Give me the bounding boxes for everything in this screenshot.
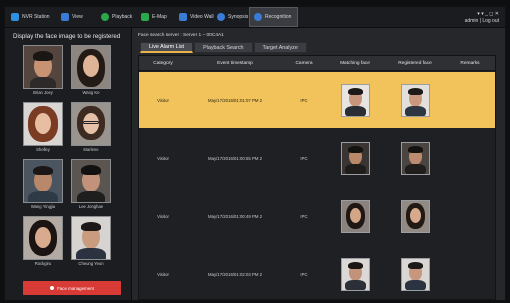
cell-remarks xyxy=(445,72,495,128)
recognition-icon xyxy=(254,13,262,21)
table-header: Category Event timestamp Camera Matching… xyxy=(139,56,495,71)
face-name: Cheung Yeun xyxy=(78,261,104,266)
synopsis-icon xyxy=(217,13,225,21)
tab-bar: Live Alarm List Playback Search Target A… xyxy=(140,42,308,53)
menu-playback-label: Playback xyxy=(112,14,133,20)
video-wall-icon xyxy=(179,13,187,21)
cell-timestamp: May/17/2016/01:00:55 PM 2 xyxy=(208,155,262,161)
menu-video-wall-label: Video Wall xyxy=(190,14,214,20)
emap-icon xyxy=(141,13,149,21)
face-name: Lee Jonghae xyxy=(78,204,104,209)
view-icon xyxy=(61,13,69,21)
app-logo: NVR Station xyxy=(11,7,50,27)
menu-recognition-label: Recognition xyxy=(265,14,292,20)
face-card[interactable]: Marlene xyxy=(71,102,111,152)
tab-playback-search[interactable]: Playback Search xyxy=(194,42,253,53)
face-photo xyxy=(23,45,63,89)
playback-icon xyxy=(101,13,109,21)
table-row[interactable]: Visitor May/17/2016/01:02:03 PM 2 IPC xyxy=(139,246,495,302)
face-management-button[interactable]: Face management xyxy=(23,281,121,295)
app-title: NVR Station xyxy=(22,14,50,20)
face-card[interactable]: Lee Jonghae xyxy=(71,159,111,209)
menu-synopsis[interactable]: Synopsis xyxy=(217,7,248,27)
menu-emap[interactable]: E-Map xyxy=(141,7,167,27)
registered-face-thumbnail[interactable] xyxy=(401,142,430,175)
col-event-timestamp[interactable]: Event timestamp xyxy=(187,56,283,70)
face-name: Wang Yingjia xyxy=(30,204,56,209)
tab-live-alarm-list[interactable]: Live Alarm List xyxy=(140,42,194,53)
menu-video-wall[interactable]: Video Wall xyxy=(179,7,214,27)
table-row[interactable]: Visitor May/17/2016/01:00:55 PM 2 IPC xyxy=(139,130,495,186)
face-photo xyxy=(23,159,63,203)
matching-face-thumbnail[interactable] xyxy=(341,142,370,175)
col-camera[interactable]: Camera xyxy=(283,56,325,70)
face-management-button-label: Face management xyxy=(57,285,94,291)
menu-playback[interactable]: Playback xyxy=(101,7,132,27)
face-name: Marlene xyxy=(83,147,99,152)
matching-face-thumbnail[interactable] xyxy=(341,200,370,233)
face-card[interactable]: Brian Joey xyxy=(23,45,63,95)
cell-remarks xyxy=(445,246,495,302)
cell-camera: IPC xyxy=(300,271,308,277)
col-category[interactable]: Category xyxy=(139,56,187,70)
face-card[interactable]: Wang Ke xyxy=(71,45,111,95)
user-icon xyxy=(50,286,55,290)
menu-synopsis-label: Synopsis xyxy=(228,14,249,20)
registered-face-thumbnail[interactable] xyxy=(401,84,430,117)
cell-camera: IPC xyxy=(300,213,308,219)
registered-face-thumbnail[interactable] xyxy=(401,258,430,291)
top-menu-bar: NVR Station View Playback E-Map Video Wa… xyxy=(5,7,505,28)
face-photo xyxy=(71,102,111,146)
alarm-panel: Face search server : Server 1 – 00C4A1 L… xyxy=(132,28,505,300)
face-card[interactable]: Rockgiru xyxy=(23,216,63,266)
cell-timestamp: May/17/2016/01:02:03 PM 2 xyxy=(208,271,262,277)
face-photo xyxy=(23,102,63,146)
logout-link[interactable]: Log out xyxy=(482,18,499,24)
cell-category: Visitor xyxy=(157,155,169,161)
face-name: Brian Joey xyxy=(33,90,53,95)
face-photo xyxy=(71,216,111,260)
cell-timestamp: May/17/2016/01:01:07 PM 2 xyxy=(208,97,262,103)
face-photo xyxy=(71,159,111,203)
face-register-panel: Display the face image to be registered … xyxy=(5,28,132,300)
col-matching-face[interactable]: Matching face xyxy=(325,56,385,70)
cell-category: Visitor xyxy=(157,271,169,277)
menu-recognition[interactable]: Recognition xyxy=(249,7,299,27)
matching-face-thumbnail[interactable] xyxy=(341,258,370,291)
face-photo xyxy=(71,45,111,89)
window-control-buttons[interactable]: ▾ ▾ _ ◻ ✕ xyxy=(465,11,499,18)
cell-remarks xyxy=(445,130,495,186)
col-registered-face[interactable]: Registered face xyxy=(385,56,445,70)
col-remarks[interactable]: Remarks xyxy=(445,56,495,70)
menu-emap-label: E-Map xyxy=(152,14,167,20)
alarm-table: Category Event timestamp Camera Matching… xyxy=(138,55,496,300)
panel-title: Display the face image to be registered xyxy=(13,33,121,40)
face-photo xyxy=(23,216,63,260)
user-name: admin xyxy=(464,18,479,24)
face-card[interactable]: Shelley xyxy=(23,102,63,152)
cell-camera: IPC xyxy=(300,97,308,103)
table-row[interactable]: Visitor May/17/2016/01:01:07 PM 2 IPC xyxy=(139,72,495,128)
face-name: Wang Ke xyxy=(82,90,100,95)
registered-face-thumbnail[interactable] xyxy=(401,200,430,233)
cell-category: Visitor xyxy=(157,97,169,103)
window-controls: ▾ ▾ _ ◻ ✕ admin | Log out xyxy=(464,11,499,24)
tab-target-analyze[interactable]: Target Analyze xyxy=(253,42,307,53)
server-info: Face search server : Server 1 – 00C4A1 xyxy=(138,33,224,38)
app-window: NVR Station View Playback E-Map Video Wa… xyxy=(4,6,506,301)
face-name: Rockgiru xyxy=(34,261,52,266)
face-card[interactable]: Cheung Yeun xyxy=(71,216,111,266)
menu-view-label: View xyxy=(72,14,83,20)
cell-timestamp: May/17/2016/01:00:49 PM 2 xyxy=(208,213,262,219)
nvr-logo-icon xyxy=(11,13,19,21)
cell-category: Visitor xyxy=(157,213,169,219)
table-row[interactable]: Visitor May/17/2016/01:00:49 PM 2 IPC xyxy=(139,188,495,244)
menu-view[interactable]: View xyxy=(61,7,83,27)
cell-remarks xyxy=(445,188,495,244)
face-name: Shelley xyxy=(36,147,50,152)
face-card[interactable]: Wang Yingjia xyxy=(23,159,63,209)
matching-face-thumbnail[interactable] xyxy=(341,84,370,117)
cell-camera: IPC xyxy=(300,155,308,161)
